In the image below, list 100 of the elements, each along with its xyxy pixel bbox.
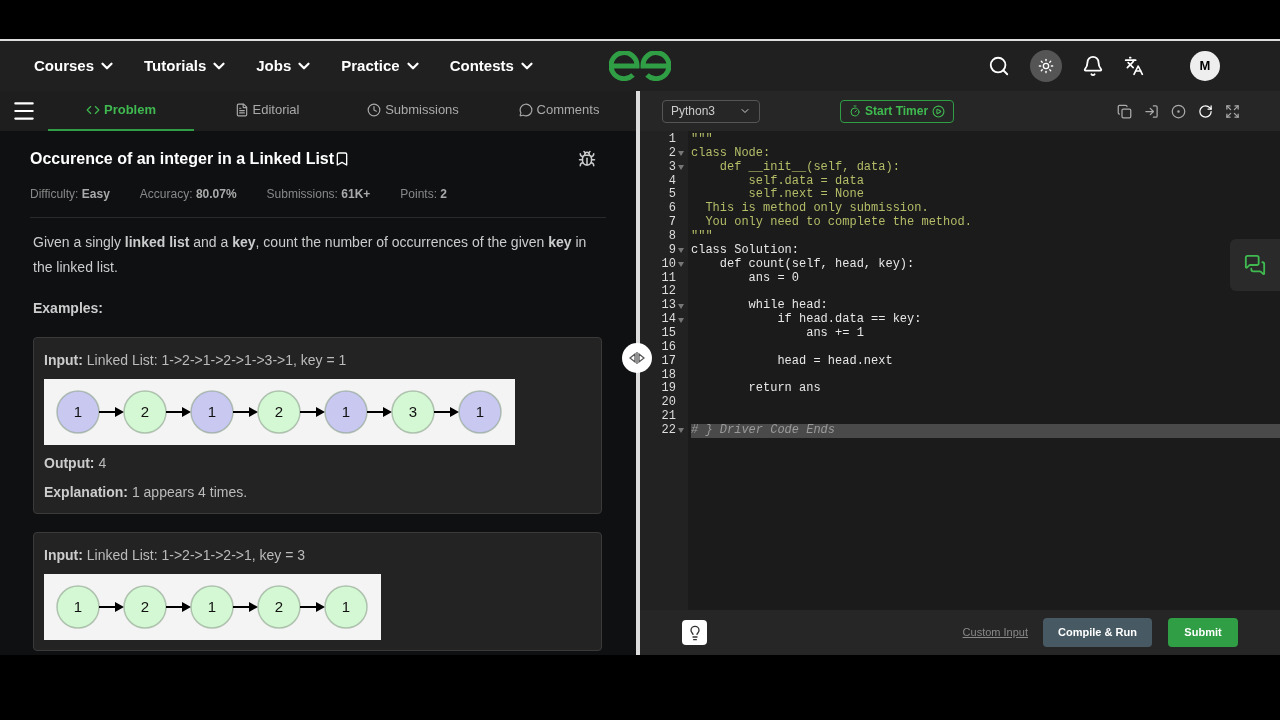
translate-icon[interactable] — [1124, 56, 1144, 76]
fold-marker-icon[interactable] — [678, 248, 684, 254]
custom-input-link[interactable]: Custom Input — [962, 624, 1028, 641]
line-number: 21 — [661, 410, 676, 424]
problem-title: Occurence of an integer in a Linked List — [30, 149, 335, 169]
code-line: ans += 1 — [805, 326, 864, 341]
nav-menu[interactable]: Contests — [449, 54, 536, 78]
tab[interactable]: Comments — [486, 91, 632, 131]
reset-icon[interactable] — [1198, 103, 1213, 119]
arrow — [232, 602, 258, 612]
code-line: ans = 0 — [747, 270, 800, 285]
fold-marker-icon[interactable] — [678, 428, 684, 434]
list-node: 2 — [123, 390, 167, 434]
nav-menu[interactable]: Practice — [341, 54, 422, 78]
compile-run-button[interactable]: Compile & Run — [1043, 618, 1152, 647]
output-value: 4 — [98, 455, 107, 471]
list-node: 2 — [123, 585, 167, 629]
line-number: 7 — [668, 216, 676, 230]
list-node: 3 — [391, 390, 435, 434]
fold-marker-icon[interactable] — [678, 262, 684, 268]
line-number: 9 — [668, 243, 676, 258]
code-line: You only need to complete the method. — [704, 215, 972, 230]
line-number: 2 — [668, 146, 676, 161]
code-line: class Solution: — [691, 242, 800, 257]
nav-menu[interactable]: Jobs — [256, 54, 314, 78]
logo-icon — [609, 51, 671, 81]
fold-marker-icon[interactable] — [678, 317, 684, 323]
arrow — [433, 407, 459, 417]
problem-meta: Points: 2 — [400, 186, 448, 203]
line-number: 18 — [661, 368, 676, 382]
line-number: 6 — [668, 202, 676, 216]
code-line: if head.data == key: — [776, 312, 922, 327]
code-line: self.next = None — [747, 187, 864, 202]
arrow — [366, 407, 392, 417]
language-select[interactable]: Python3 — [662, 99, 760, 123]
tab[interactable]: Problem — [48, 91, 194, 131]
list-node: 1 — [56, 585, 100, 629]
line-number: 11 — [661, 271, 676, 285]
list-node: 1 — [324, 585, 368, 629]
code-line: """ — [691, 229, 713, 243]
code-icon — [86, 103, 100, 117]
bug-icon[interactable] — [578, 150, 596, 168]
list-node: 1 — [324, 390, 368, 434]
list-node: 2 — [257, 585, 301, 629]
code-line: return ans — [747, 381, 821, 396]
clock-icon — [367, 103, 382, 117]
line-number: 12 — [661, 285, 676, 299]
line-number: 8 — [668, 230, 676, 244]
search-icon[interactable] — [988, 55, 1010, 77]
arrow — [232, 407, 258, 417]
code-line: class Node: — [691, 145, 771, 160]
fold-marker-icon[interactable] — [678, 165, 684, 171]
line-number: 19 — [661, 382, 676, 396]
input-value: Linked List: 1->2->1->2->1->3->1, key = 1 — [86, 352, 347, 368]
settings-icon[interactable] — [1171, 103, 1186, 119]
list-node: 1 — [190, 585, 234, 629]
arrow — [165, 602, 191, 612]
line-number: 4 — [668, 174, 676, 188]
code-line: """ — [691, 132, 713, 146]
arrow — [98, 602, 124, 612]
fold-marker-icon[interactable] — [678, 151, 684, 157]
list-node: 1 — [56, 390, 100, 434]
hint-button[interactable] — [682, 620, 707, 645]
line-number: 5 — [668, 188, 676, 202]
line-number: 13 — [661, 299, 676, 313]
speech-bubble-icon — [518, 103, 533, 117]
problem-meta: Submissions: 61K+ — [266, 186, 371, 203]
line-number: 15 — [661, 327, 676, 341]
code-line: head = head.next — [776, 353, 893, 368]
bell-icon[interactable] — [1082, 55, 1104, 77]
line-number: 20 — [661, 396, 676, 410]
avatar[interactable]: M — [1190, 51, 1220, 81]
tab[interactable]: Editorial — [194, 91, 340, 131]
nav-menu[interactable]: Tutorials — [144, 54, 229, 78]
line-number: 16 — [661, 340, 676, 355]
code-line: This is method only submission. — [704, 201, 929, 216]
chat-button[interactable] — [1230, 239, 1280, 291]
theme-toggle[interactable] — [1030, 50, 1062, 82]
start-timer-button[interactable]: Start Timer — [840, 99, 955, 123]
nav-menu[interactable]: Courses — [34, 54, 117, 78]
list-node: 1 — [190, 390, 234, 434]
arrow — [299, 407, 325, 417]
arrow — [165, 407, 191, 417]
copy-icon[interactable] — [1117, 103, 1132, 119]
fullscreen-icon[interactable] — [1225, 103, 1240, 119]
import-icon[interactable] — [1144, 103, 1159, 119]
tab[interactable]: Submissions — [340, 91, 486, 131]
problem-meta: Accuracy: 80.07% — [139, 186, 237, 203]
line-number: 14 — [661, 313, 676, 327]
fold-marker-icon[interactable] — [678, 303, 684, 309]
document-icon — [234, 103, 249, 117]
timer-icon — [849, 105, 861, 117]
list-node: 1 — [458, 390, 502, 434]
chat-icon — [1244, 254, 1266, 276]
arrow — [299, 602, 325, 612]
explanation-label: Explanation: — [44, 484, 128, 500]
line-number: 3 — [668, 160, 676, 175]
line-number: 22 — [661, 424, 676, 438]
code-line: # } Driver Code Ends — [691, 423, 836, 438]
line-number: 10 — [661, 257, 676, 272]
